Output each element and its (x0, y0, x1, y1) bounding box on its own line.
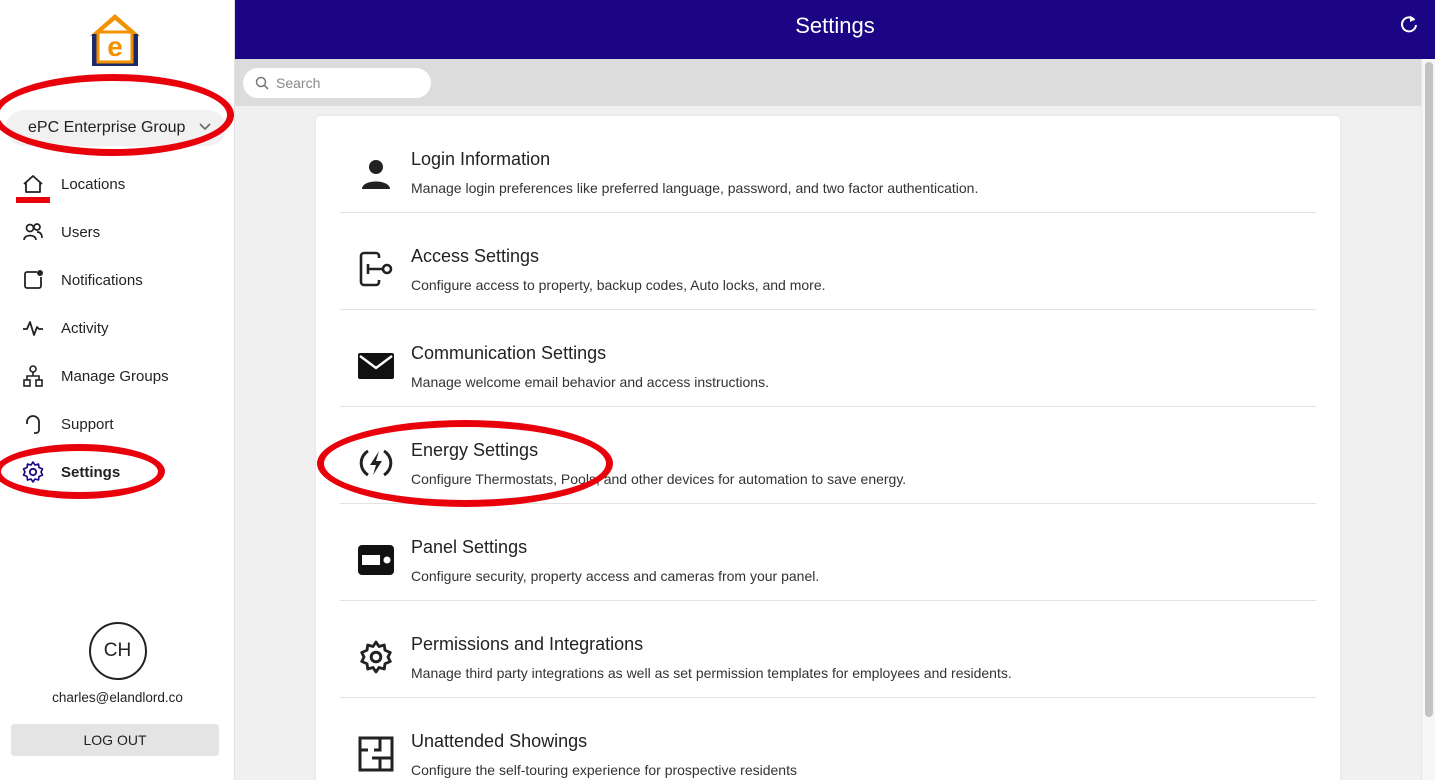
settings-row-description: Manage login preferences like preferred … (411, 180, 979, 196)
sidebar-item-settings[interactable]: Settings (0, 448, 235, 496)
settings-row-description: Configure security, property access and … (411, 568, 820, 584)
main-content: Login Information Manage login preferenc… (235, 59, 1421, 780)
settings-row-title: Energy Settings (411, 440, 539, 460)
sidebar-item-notifications[interactable]: Notifications (0, 256, 235, 304)
sidebar-item-activity[interactable]: Activity (0, 304, 235, 352)
organization-name: ePC Enterprise Group (28, 119, 186, 136)
logo-letter: e (107, 31, 123, 62)
sidebar-item-label: Settings (61, 463, 121, 481)
panel-icon (356, 540, 396, 580)
top-header: Settings (235, 0, 1435, 59)
settings-row-title: Unattended Showings (411, 731, 588, 751)
settings-row-description: Manage welcome email behavior and access… (411, 374, 769, 390)
settings-row-description: Configure Thermostats, Pools, and other … (411, 471, 907, 487)
sidebar-item-label: Users (61, 223, 101, 241)
settings-row-title: Panel Settings (411, 537, 528, 557)
settings-list: Login Information Manage login preferenc… (316, 116, 1340, 780)
settings-row-title: Permissions and Integrations (411, 634, 644, 654)
settings-row-description: Configure the self-touring experience fo… (411, 762, 797, 778)
activity-icon (20, 315, 46, 341)
person-icon (356, 154, 396, 194)
settings-row-description: Manage third party integrations as well … (411, 665, 1012, 681)
gear-icon (356, 637, 396, 677)
groups-icon (20, 363, 46, 389)
sidebar-item-label: Manage Groups (61, 367, 169, 385)
scrollbar-thumb[interactable] (1425, 62, 1433, 717)
settings-row-panel-settings[interactable]: Panel Settings Configure security, prope… (340, 504, 1316, 601)
home-icon (20, 171, 46, 197)
key-icon (356, 249, 396, 289)
settings-row-energy-settings[interactable]: Energy Settings Configure Thermostats, P… (340, 407, 1316, 504)
sidebar-item-users[interactable]: Users (0, 208, 235, 256)
settings-row-title: Communication Settings (411, 343, 607, 363)
energy-icon (356, 443, 396, 483)
avatar[interactable]: CH (88, 622, 147, 680)
sidebar-item-label: Support (61, 415, 114, 433)
sidebar-item-label: Locations (61, 175, 126, 193)
settings-row-title: Access Settings (411, 246, 540, 266)
sidebar-item-label: Notifications (61, 271, 143, 289)
support-icon (20, 411, 46, 437)
sidebar-nav: Locations Users Notifications Activity M… (0, 160, 235, 496)
settings-row-permissions-and-integrations[interactable]: Permissions and Integrations Manage thir… (340, 601, 1316, 698)
floorplan-icon (356, 734, 396, 774)
sidebar-item-locations[interactable]: Locations (0, 160, 235, 208)
users-icon (20, 219, 46, 245)
notification-icon (20, 267, 46, 293)
settings-row-title: Login Information (411, 149, 551, 169)
refresh-icon[interactable] (1399, 14, 1419, 34)
settings-row-unattended-showings[interactable]: Unattended Showings Configure the self-t… (340, 698, 1316, 780)
sidebar-item-label: Activity (61, 319, 109, 337)
settings-row-description: Configure access to property, backup cod… (411, 277, 826, 293)
sidebar-item-support[interactable]: Support (0, 400, 235, 448)
logout-button[interactable]: LOG OUT (11, 724, 219, 756)
settings-row-communication-settings[interactable]: Communication Settings Manage welcome em… (340, 310, 1316, 407)
search-input[interactable] (243, 68, 431, 98)
search-bar (235, 59, 1421, 106)
sidebar: e ePC Enterprise Group Locations Users N… (0, 0, 235, 780)
sidebar-item-manage-groups[interactable]: Manage Groups (0, 352, 235, 400)
elandlord-logo[interactable]: e (87, 12, 143, 68)
user-email: charles@elandlord.co (52, 690, 183, 705)
settings-row-login-information[interactable]: Login Information Manage login preferenc… (340, 116, 1316, 213)
annotation-underline (16, 197, 50, 203)
mail-icon (356, 346, 396, 386)
user-profile: CH charles@elandlord.co (0, 622, 235, 705)
organization-selector[interactable]: ePC Enterprise Group (6, 110, 226, 146)
chevron-down-icon (199, 123, 211, 131)
settings-row-access-settings[interactable]: Access Settings Configure access to prop… (340, 213, 1316, 310)
gear-icon (20, 459, 46, 485)
vertical-scrollbar[interactable] (1421, 59, 1435, 780)
page-title: Settings (795, 13, 875, 38)
